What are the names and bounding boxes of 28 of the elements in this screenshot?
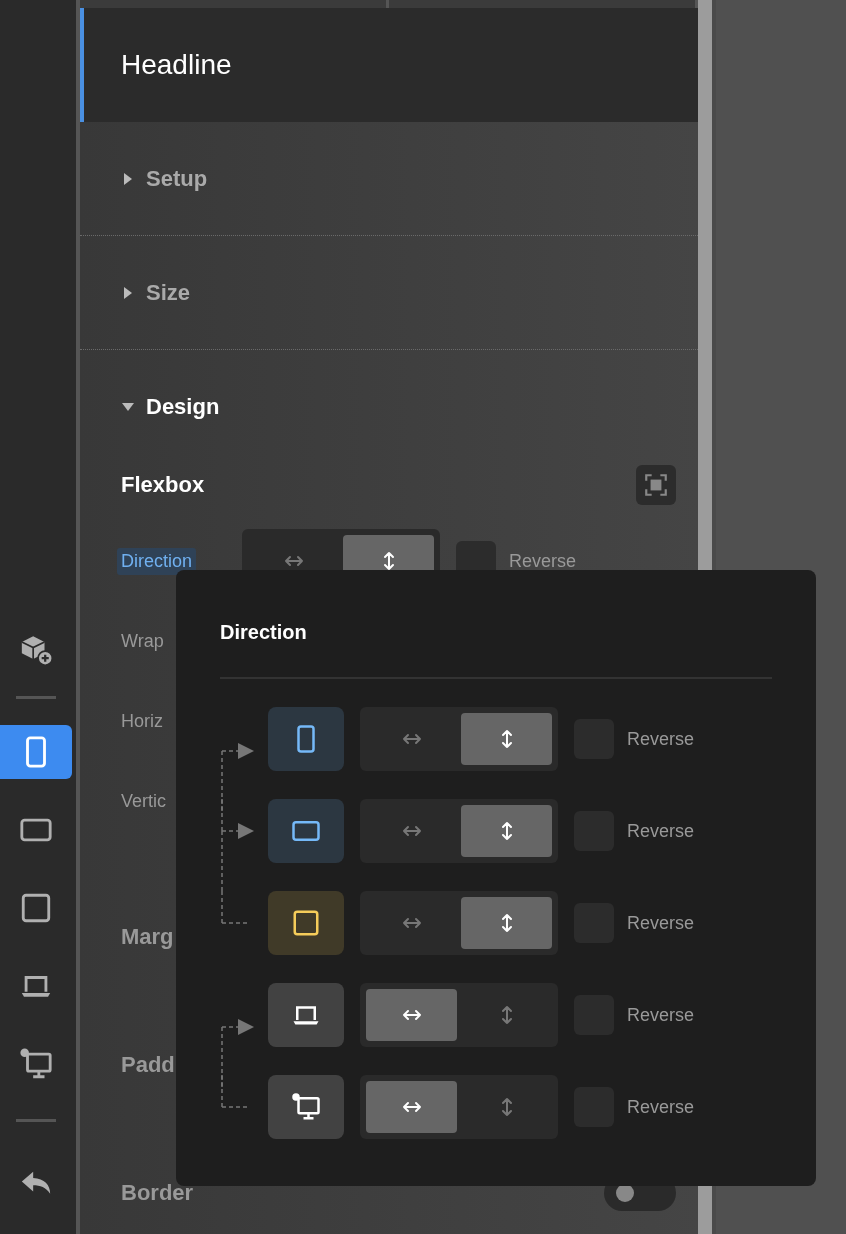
toolbar-button[interactable]: [0, 724, 72, 779]
subsection-title: Flexbox: [121, 472, 205, 498]
property-label: Border: [120, 1179, 195, 1207]
focus-icon: [643, 472, 669, 498]
device-button[interactable]: [268, 799, 344, 863]
focus-button[interactable]: [636, 465, 676, 505]
desktop-icon: [19, 1046, 53, 1081]
reverse-label: Reverse: [627, 1004, 695, 1027]
property-label: Direction: [117, 547, 197, 575]
property-label: Horiz: [120, 709, 164, 733]
device-button[interactable]: [268, 1075, 344, 1139]
section-header[interactable]: Size: [80, 236, 698, 349]
property-label: Padd: [120, 1051, 176, 1079]
section-header[interactable]: Design: [80, 350, 698, 463]
reverse-label: Reverse: [509, 550, 577, 572]
device-button[interactable]: [268, 707, 344, 771]
property-label: Marg: [120, 923, 175, 951]
property-label: Wrap: [120, 629, 165, 653]
device-button[interactable]: [268, 891, 344, 955]
element-title: Headline: [121, 49, 232, 81]
section-header[interactable]: Setup: [80, 122, 698, 235]
reverse-label: Reverse: [627, 728, 695, 751]
reverse-label: Reverse: [627, 820, 695, 843]
device-button[interactable]: [268, 983, 344, 1047]
property-label: Vertic: [120, 789, 168, 813]
reverse-label: Reverse: [627, 912, 695, 935]
reverse-label: Reverse: [627, 1096, 695, 1119]
popover-title: Direction: [220, 620, 307, 644]
